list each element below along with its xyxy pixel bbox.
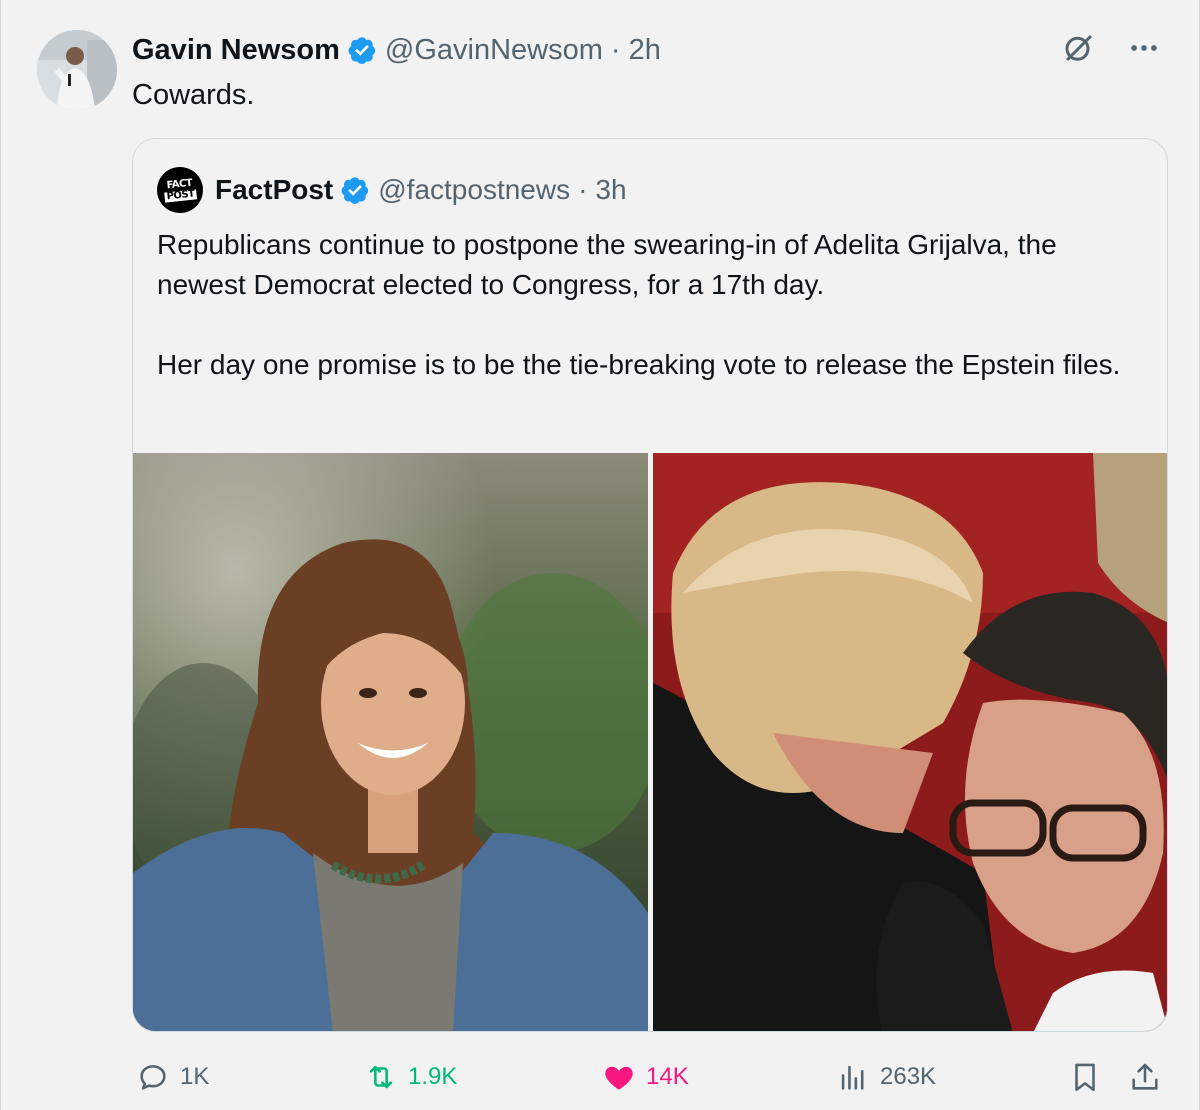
retweet-icon — [369, 1065, 393, 1089]
quoted-tweet[interactable]: FACT POST FactPost @factpostnews · 3h Re… — [132, 138, 1168, 1032]
avatar-photo — [37, 30, 117, 110]
views-icon — [841, 1065, 864, 1090]
quote-paragraph: Her day one promise is to be the tie-bre… — [157, 349, 1121, 380]
logo-text-bottom: POST — [164, 188, 197, 203]
verified-badge-icon — [341, 177, 369, 204]
quote-author-name[interactable]: FactPost — [215, 174, 333, 206]
tweet-top-actions — [1061, 30, 1161, 66]
portrait-photo — [133, 453, 648, 1031]
tweet[interactable]: Gavin Newsom @GavinNewsom · 2h Cowards. … — [0, 0, 1200, 1110]
tweet-time[interactable]: 2h — [629, 34, 661, 67]
retweet-button[interactable]: 1.9K — [364, 1060, 457, 1094]
quote-text: Republicans continue to postpone the swe… — [157, 225, 1147, 425]
media-photo-left[interactable] — [133, 453, 648, 1031]
grok-icon[interactable] — [1061, 30, 1097, 66]
quote-media — [133, 453, 1167, 1031]
author-handle[interactable]: @GavinNewsom — [385, 34, 603, 67]
like-count: 14K — [646, 1063, 689, 1090]
like-button[interactable]: 14K — [602, 1060, 689, 1094]
separator-dot: · — [610, 33, 621, 66]
bookmark-icon — [1075, 1063, 1095, 1092]
views-count: 263K — [880, 1063, 937, 1090]
event-photo — [653, 453, 1167, 1031]
verified-badge-icon — [348, 37, 376, 64]
quote-paragraph: Republicans continue to postpone the swe… — [157, 229, 1057, 300]
retweet-count: 1.9K — [408, 1063, 458, 1090]
tweet-text: Cowards. — [132, 79, 255, 111]
bookmark-button[interactable] — [1068, 1060, 1112, 1094]
quote-header: FACT POST FactPost @factpostnews · 3h — [154, 164, 627, 216]
quote-author-handle[interactable]: @factpostnews — [378, 174, 570, 206]
heart-icon — [605, 1066, 633, 1090]
quote-avatar[interactable]: FACT POST — [154, 164, 206, 216]
avatar[interactable] — [37, 30, 117, 110]
reply-icon — [140, 1065, 166, 1090]
share-button[interactable] — [1128, 1060, 1172, 1094]
tweet-header: Gavin Newsom @GavinNewsom · 2h — [132, 30, 661, 70]
author-name[interactable]: Gavin Newsom — [132, 34, 340, 67]
quote-time[interactable]: 3h — [595, 174, 626, 206]
media-photo-right[interactable] — [653, 453, 1167, 1031]
reply-button[interactable]: 1K — [136, 1060, 209, 1094]
reply-count: 1K — [180, 1063, 210, 1090]
more-icon[interactable] — [1127, 31, 1161, 65]
tweet-actions: 1K 1.9K 14K 263K — [132, 1060, 1172, 1100]
share-icon — [1132, 1063, 1158, 1090]
views-button[interactable]: 263K — [836, 1060, 936, 1094]
separator-dot: · — [578, 174, 588, 205]
